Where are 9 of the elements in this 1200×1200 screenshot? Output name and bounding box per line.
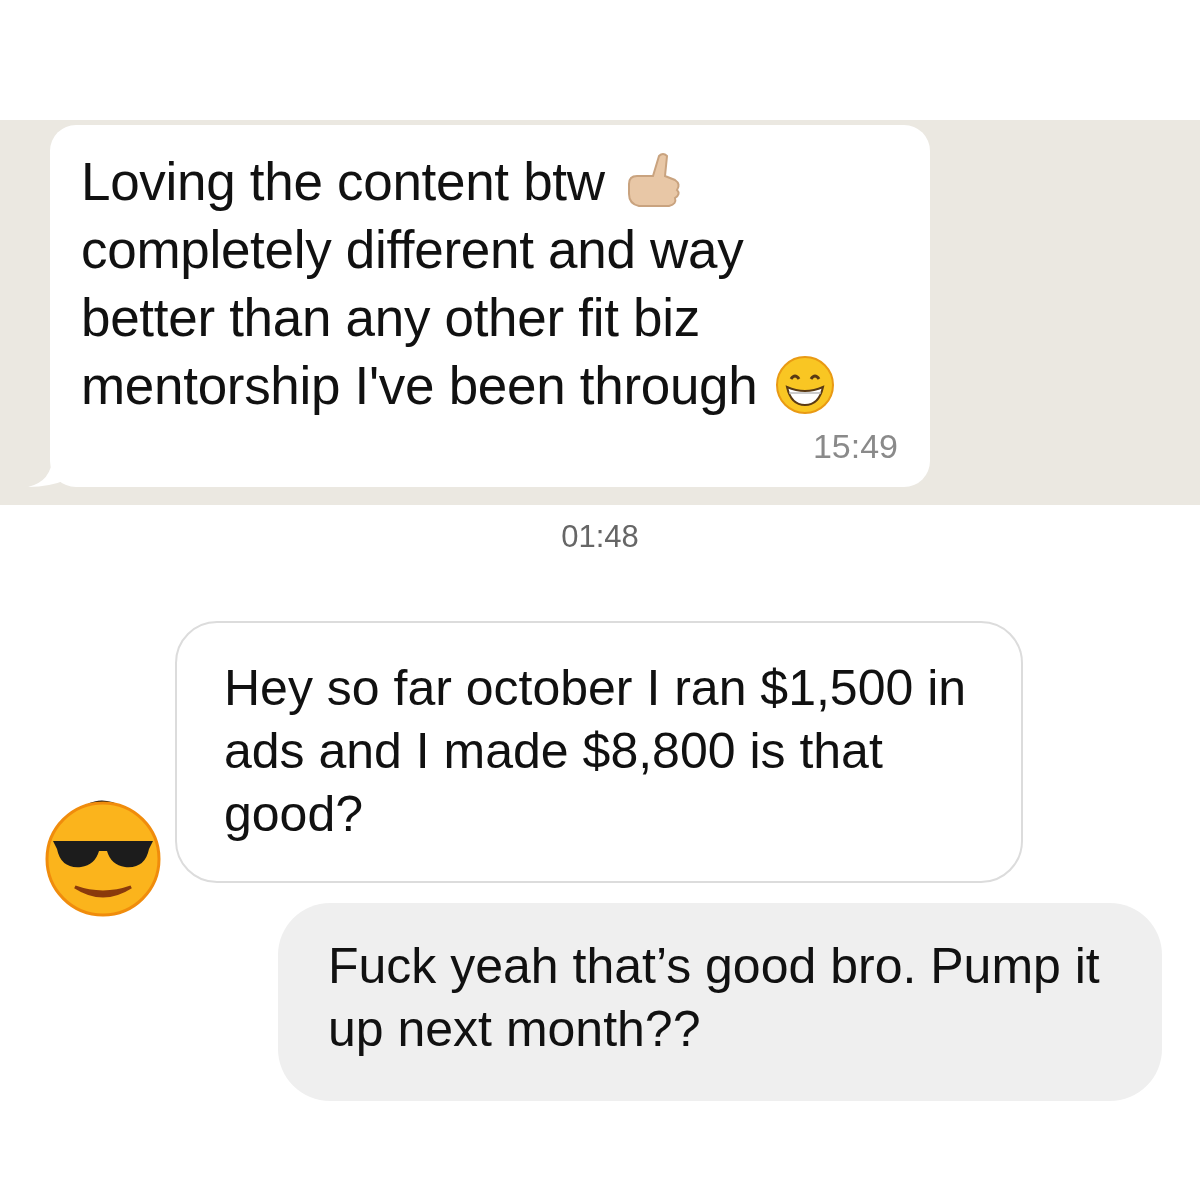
chat-timestamp: 01:48 [561, 519, 639, 555]
message-text: mentorship I've been through [81, 354, 758, 416]
grinning-face-icon [775, 355, 836, 415]
message-text: Loving the content btw [81, 150, 605, 212]
message-time: 15:49 [812, 427, 898, 466]
message-bubble: Hey so far october I ran $1,500 in ads and I made $8,800 is that good? [175, 621, 1023, 883]
message-bubble: Fuck yeah that’s good bro. Pump it up next month?? [278, 903, 1162, 1101]
message-text: completely different and way [81, 218, 744, 280]
message-text: better than any other fit biz [81, 286, 700, 348]
